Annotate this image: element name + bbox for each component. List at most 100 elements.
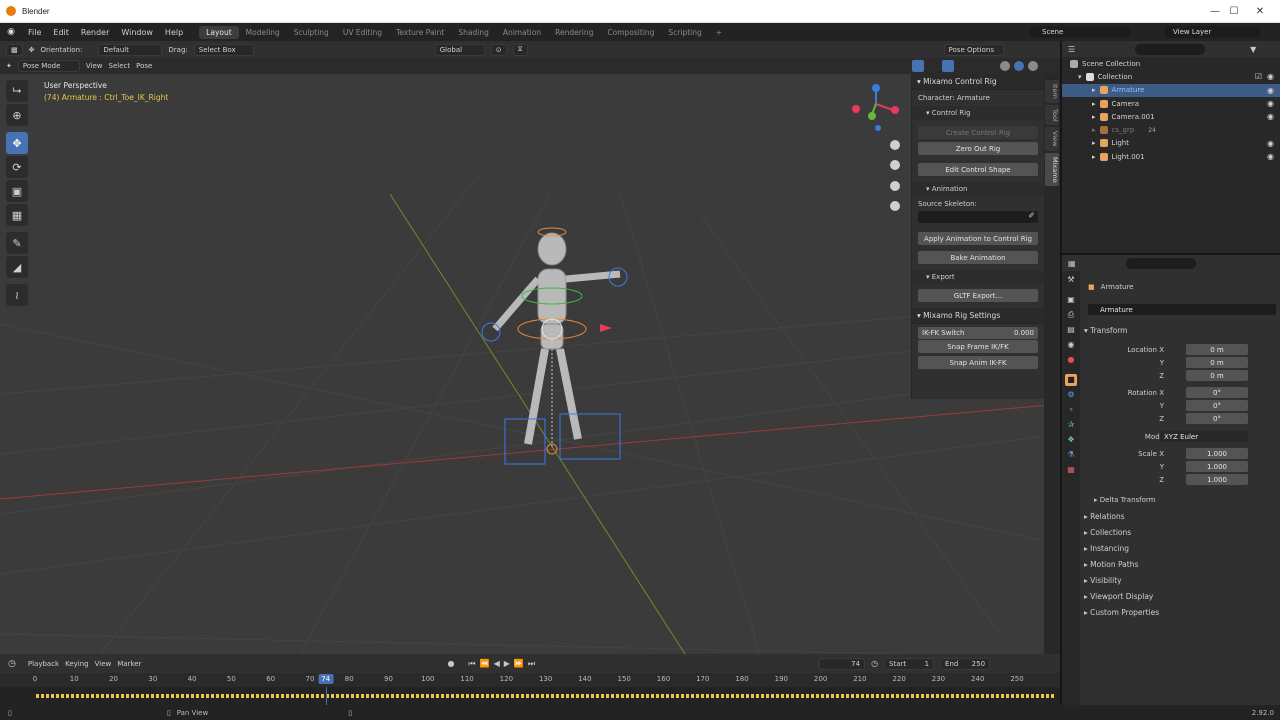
timeline-editor-icon[interactable]: ◷: [8, 659, 16, 669]
tab-scripting[interactable]: Scripting: [661, 26, 708, 39]
scene-collection-row[interactable]: Scene Collection: [1062, 57, 1280, 70]
rotation-z-field[interactable]: 0°: [1186, 413, 1248, 424]
orientation-dropdown[interactable]: Default: [98, 43, 163, 56]
tab-rendering[interactable]: Rendering: [548, 26, 600, 39]
snap-icon[interactable]: ⧖: [512, 43, 528, 56]
source-skeleton-field[interactable]: ✐: [918, 211, 1038, 223]
annotate-tool-icon[interactable]: ✎: [6, 232, 28, 254]
tab-view[interactable]: View: [1045, 127, 1059, 151]
rendered-shading-icon[interactable]: [1028, 61, 1038, 71]
select-mode-icon[interactable]: ✦: [6, 62, 12, 70]
overlay-toggle-icon[interactable]: [942, 60, 954, 72]
eye-icon[interactable]: ◉: [1267, 112, 1274, 121]
3d-viewport[interactable]: ⮡ ⊕ ✥ ⟳ ▣ ▦ ✎ ◢ ≀ User Perspective (74) …: [0, 74, 1060, 654]
custom-properties-section[interactable]: ▸ Custom Properties: [1084, 608, 1159, 617]
select-tool-icon[interactable]: ⮡: [6, 80, 28, 102]
tab-tool[interactable]: Tool: [1045, 104, 1059, 126]
menu-playback[interactable]: Playback: [28, 660, 59, 668]
filter-icon[interactable]: ▼: [1250, 45, 1256, 54]
tab-uv-editing[interactable]: UV Editing: [336, 26, 389, 39]
menu-view-timeline[interactable]: View: [95, 660, 112, 668]
bone-tab-icon[interactable]: ▦: [1065, 464, 1077, 476]
scene-tab-icon[interactable]: ◉: [1065, 339, 1077, 351]
drag-dropdown[interactable]: Select Box: [193, 43, 254, 56]
edit-control-shape-button[interactable]: Edit Control Shape: [918, 163, 1038, 176]
snap-anim-button[interactable]: Snap Anim IK-FK: [918, 356, 1038, 369]
properties-editor-icon[interactable]: ▦: [1068, 259, 1076, 268]
tab-mixamo[interactable]: Mixamo: [1045, 152, 1059, 187]
viewport-nav-buttons[interactable]: [890, 140, 900, 211]
mode-dropdown[interactable]: Pose Mode: [17, 60, 80, 72]
checkbox-icon[interactable]: ☑: [1255, 72, 1262, 81]
menu-window[interactable]: Window: [115, 28, 159, 37]
record-icon[interactable]: ●: [447, 659, 454, 668]
move-tool-icon[interactable]: ✥: [29, 46, 35, 54]
gltf-export-button[interactable]: GLTF Export...: [918, 289, 1038, 302]
solid-shading-icon[interactable]: [1000, 61, 1010, 71]
delta-transform-header[interactable]: ▸ Delta Transform: [1094, 496, 1155, 504]
outliner-search-input[interactable]: [1135, 43, 1206, 55]
view-layer-selector[interactable]: View Layer: [1165, 26, 1260, 38]
menu-keying[interactable]: Keying: [65, 660, 89, 668]
scale-y-field[interactable]: 1.000: [1186, 461, 1248, 472]
instancing-section[interactable]: ▸ Instancing: [1084, 544, 1129, 553]
scale-z-field[interactable]: 1.000: [1186, 474, 1248, 485]
current-frame-field[interactable]: 74: [819, 657, 866, 670]
rig-settings-header[interactable]: ▾ Mixamo Rig Settings: [912, 308, 1044, 324]
tool-tab-icon[interactable]: ⚒: [1065, 274, 1077, 286]
preview-range-icon[interactable]: ◷: [871, 659, 878, 668]
menu-view[interactable]: View: [86, 62, 103, 70]
rotate-tool-icon[interactable]: ⟳: [6, 156, 28, 178]
add-workspace-icon[interactable]: +: [709, 26, 729, 39]
control-rig-subpanel-header[interactable]: ▾ Control Rig: [912, 106, 1044, 120]
menu-file[interactable]: File: [22, 28, 47, 37]
tab-layout[interactable]: Layout: [199, 25, 239, 39]
ikfk-switch-slider[interactable]: IK-FK Switch 0.000: [918, 327, 1038, 339]
eye-icon[interactable]: ◉: [1267, 99, 1274, 108]
menu-help[interactable]: Help: [159, 28, 189, 37]
location-y-field[interactable]: 0 m: [1186, 357, 1248, 368]
tab-item[interactable]: Item: [1045, 80, 1059, 103]
menu-select[interactable]: Select: [109, 62, 131, 70]
timeline-keyframes-track[interactable]: [0, 687, 1060, 705]
scale-tool-icon[interactable]: ▣: [6, 180, 28, 202]
output-tab-icon[interactable]: ⎙: [1065, 309, 1077, 321]
physics-tab-icon[interactable]: ✰: [1065, 419, 1077, 431]
eyedropper-icon[interactable]: ✐: [1028, 211, 1035, 220]
object-name-field[interactable]: Armature: [1088, 304, 1276, 315]
measure-tool-icon[interactable]: ◢: [6, 256, 28, 278]
motion-paths-section[interactable]: ▸ Motion Paths: [1084, 560, 1138, 569]
outliner-item-armature[interactable]: ▸ Armature ◉: [1062, 83, 1280, 97]
mixamo-panel-header[interactable]: ▾ Mixamo Control Rig: [912, 74, 1044, 90]
particles-tab-icon[interactable]: ∘: [1065, 404, 1077, 416]
outliner-item-light-001[interactable]: ▸ Light.001 ◉: [1062, 150, 1280, 163]
pose-tool-icon[interactable]: ≀: [6, 284, 28, 306]
rotation-x-field[interactable]: 0°: [1186, 387, 1248, 398]
armature-data-tab-icon[interactable]: ⚗: [1065, 449, 1077, 461]
tab-compositing[interactable]: Compositing: [600, 26, 661, 39]
outliner-item-cs-grp[interactable]: ▸ cs_grp 24: [1062, 123, 1280, 136]
viewport-display-section[interactable]: ▸ Viewport Display: [1084, 592, 1153, 601]
material-shading-icon[interactable]: [1014, 61, 1024, 71]
bake-animation-button[interactable]: Bake Animation: [918, 251, 1038, 264]
world-tab-icon[interactable]: ●: [1065, 354, 1077, 366]
visibility-section[interactable]: ▸ Visibility: [1084, 576, 1122, 585]
rotation-mode-dropdown[interactable]: XYZ Euler: [1160, 431, 1248, 442]
menu-render[interactable]: Render: [75, 28, 115, 37]
navigation-gizmo[interactable]: [852, 84, 899, 131]
zero-out-rig-button[interactable]: Zero Out Rig: [918, 142, 1038, 155]
tab-animation[interactable]: Animation: [496, 26, 548, 39]
menu-edit[interactable]: Edit: [47, 28, 75, 37]
gizmo-toggle-icon[interactable]: [912, 60, 924, 72]
properties-search-input[interactable]: [1125, 257, 1196, 269]
start-frame-field[interactable]: Start 1: [884, 657, 935, 670]
playback-controls-icon[interactable]: ⏮⏪◀▶⏩⏭: [468, 659, 539, 669]
move-tool-icon[interactable]: ✥: [6, 132, 28, 154]
object-tab-icon[interactable]: ■: [1065, 374, 1077, 386]
eye-icon[interactable]: ◉: [1267, 152, 1274, 161]
apply-animation-button[interactable]: Apply Animation to Control Rig: [918, 232, 1038, 245]
tab-shading[interactable]: Shading: [451, 26, 495, 39]
constraints-tab-icon[interactable]: ❖: [1065, 434, 1077, 446]
outliner-item-camera-001[interactable]: ▸ Camera.001 ◉: [1062, 110, 1280, 123]
blender-menu-icon[interactable]: ◉: [0, 27, 22, 37]
